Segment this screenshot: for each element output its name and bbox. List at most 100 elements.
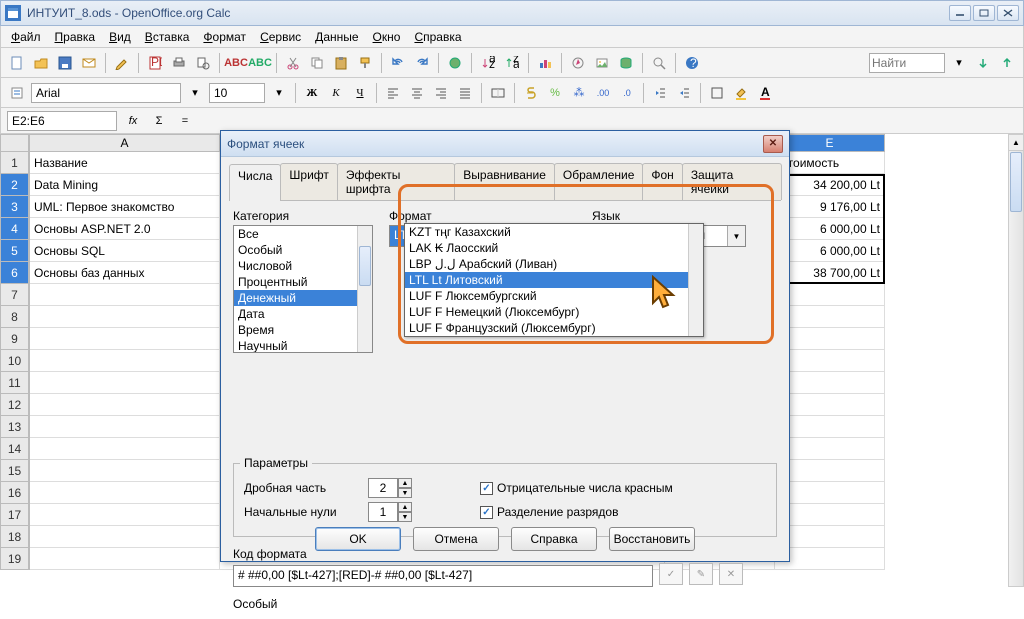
scroll-up-icon[interactable]: ▲ bbox=[1009, 135, 1023, 151]
link-icon[interactable] bbox=[445, 53, 465, 73]
dialog-close-button[interactable]: ✕ bbox=[763, 135, 783, 153]
fontname-dropdown-icon[interactable]: ▾ bbox=[185, 83, 205, 103]
cell-E6[interactable]: 38 700,00 Lt bbox=[775, 262, 885, 284]
row-header-7[interactable]: 7 bbox=[0, 284, 29, 306]
spellcheck-icon[interactable]: ABC bbox=[226, 53, 246, 73]
datasource-icon[interactable] bbox=[616, 53, 636, 73]
col-header-A[interactable]: A bbox=[30, 134, 220, 152]
tab-numbers[interactable]: Числа bbox=[229, 164, 281, 201]
tab-borders[interactable]: Обрамление bbox=[554, 163, 643, 200]
dropdown-scrollbar[interactable] bbox=[688, 224, 703, 336]
cell-E3[interactable]: 9 176,00 Lt bbox=[775, 196, 885, 218]
decimals-input[interactable] bbox=[368, 478, 398, 498]
underline-icon[interactable]: Ч bbox=[350, 83, 370, 103]
cell-A3[interactable]: UML: Первое знакомство bbox=[30, 196, 220, 218]
dropdown-item[interactable]: LBP ل.ل Арабский (Ливан) bbox=[405, 256, 703, 272]
category-item[interactable]: Дата bbox=[234, 306, 372, 322]
cell-A5[interactable]: Основы SQL bbox=[30, 240, 220, 262]
menu-file[interactable]: Файл bbox=[5, 28, 47, 46]
row-header-9[interactable]: 9 bbox=[0, 328, 29, 350]
menu-format[interactable]: Формат bbox=[197, 28, 252, 46]
redo-icon[interactable] bbox=[412, 53, 432, 73]
find-prev-icon[interactable] bbox=[997, 53, 1017, 73]
row-header-16[interactable]: 16 bbox=[0, 482, 29, 504]
dropdown-item[interactable]: LUF F Французский (Люксембург) bbox=[405, 320, 703, 336]
sort-desc-icon[interactable]: za bbox=[502, 53, 522, 73]
menu-data[interactable]: Данные bbox=[309, 28, 364, 46]
cancel-button[interactable]: Отмена bbox=[413, 527, 499, 551]
cell-E5[interactable]: 6 000,00 Lt bbox=[775, 240, 885, 262]
export-pdf-icon[interactable]: PDF bbox=[145, 53, 165, 73]
category-scrollbar[interactable] bbox=[357, 226, 372, 352]
category-item[interactable]: Время bbox=[234, 322, 372, 338]
row-header-2[interactable]: 2 bbox=[0, 174, 29, 196]
scroll-thumb[interactable] bbox=[1010, 152, 1022, 212]
spinner-up-icon[interactable]: ▲ bbox=[398, 502, 412, 512]
ok-button[interactable]: OK bbox=[315, 527, 401, 551]
cell-reference-input[interactable] bbox=[7, 111, 117, 131]
sum-icon[interactable]: Σ bbox=[149, 111, 169, 131]
row-header-11[interactable]: 11 bbox=[0, 372, 29, 394]
category-item[interactable]: Все bbox=[234, 226, 372, 242]
menu-insert[interactable]: Вставка bbox=[139, 28, 196, 46]
cut-icon[interactable] bbox=[283, 53, 303, 73]
menu-help[interactable]: Справка bbox=[408, 28, 467, 46]
cell-A4[interactable]: Основы ASP.NET 2.0 bbox=[30, 218, 220, 240]
font-size-input[interactable] bbox=[209, 83, 265, 103]
spinner-down-icon[interactable]: ▼ bbox=[398, 488, 412, 498]
inc-indent-icon[interactable] bbox=[674, 83, 694, 103]
find-dropdown-icon[interactable]: ▾ bbox=[949, 53, 969, 73]
save-icon[interactable] bbox=[55, 53, 75, 73]
remove-decimal-icon[interactable]: .0 bbox=[617, 83, 637, 103]
cell-E4[interactable]: 6 000,00 Lt bbox=[775, 218, 885, 240]
select-all-corner[interactable] bbox=[0, 134, 29, 152]
category-item[interactable]: Особый bbox=[234, 242, 372, 258]
print-icon[interactable] bbox=[169, 53, 189, 73]
tab-background[interactable]: Фон bbox=[642, 163, 682, 200]
category-item[interactable]: Научный bbox=[234, 338, 372, 353]
menu-edit[interactable]: Правка bbox=[49, 28, 102, 46]
dropdown-item[interactable]: LAK ₭ Лаосский bbox=[405, 240, 703, 256]
edit-icon[interactable] bbox=[112, 53, 132, 73]
menu-tools[interactable]: Сервис bbox=[254, 28, 307, 46]
paste-icon[interactable] bbox=[331, 53, 351, 73]
dropdown-item[interactable]: LUF F Немецкий (Люксембург) bbox=[405, 304, 703, 320]
find-next-icon[interactable] bbox=[973, 53, 993, 73]
bold-icon[interactable]: Ж bbox=[302, 83, 322, 103]
row-header-8[interactable]: 8 bbox=[0, 306, 29, 328]
cell-A2[interactable]: Data Mining bbox=[30, 174, 220, 196]
align-right-icon[interactable] bbox=[431, 83, 451, 103]
vertical-scrollbar[interactable]: ▲ bbox=[1008, 134, 1024, 587]
menu-view[interactable]: Вид bbox=[103, 28, 137, 46]
dropdown-item[interactable]: LUF F Люксембургский bbox=[405, 288, 703, 304]
row-header-13[interactable]: 13 bbox=[0, 416, 29, 438]
maximize-button[interactable] bbox=[973, 5, 995, 21]
edit-comment-icon[interactable]: ✎ bbox=[689, 563, 713, 585]
preview-icon[interactable] bbox=[193, 53, 213, 73]
cell-A1[interactable]: Название bbox=[30, 152, 220, 174]
row-header-18[interactable]: 18 bbox=[0, 526, 29, 548]
fontcolor-icon[interactable]: A bbox=[755, 83, 775, 103]
dropdown-item[interactable]: KZT тңг Казахский bbox=[405, 224, 703, 240]
percent-icon[interactable]: % bbox=[545, 83, 565, 103]
col-header-E[interactable]: E bbox=[775, 134, 885, 152]
navigator-icon[interactable] bbox=[568, 53, 588, 73]
accept-format-icon[interactable]: ✓ bbox=[659, 563, 683, 585]
decimals-spinner[interactable]: ▲▼ bbox=[368, 478, 412, 498]
row-header-10[interactable]: 10 bbox=[0, 350, 29, 372]
align-justify-icon[interactable] bbox=[455, 83, 475, 103]
font-name-input[interactable] bbox=[31, 83, 181, 103]
dropdown-item-selected[interactable]: LTL Lt Литовский bbox=[405, 272, 703, 288]
help-button[interactable]: Справка bbox=[511, 527, 597, 551]
currency-icon[interactable] bbox=[521, 83, 541, 103]
thousands-checkbox[interactable]: ✓ Разделение разрядов bbox=[480, 505, 618, 519]
menu-window[interactable]: Окно bbox=[367, 28, 407, 46]
leading-spinner[interactable]: ▲▼ bbox=[368, 502, 412, 522]
category-item[interactable]: Числовой bbox=[234, 258, 372, 274]
row-header-14[interactable]: 14 bbox=[0, 438, 29, 460]
open-icon[interactable] bbox=[31, 53, 51, 73]
reset-button[interactable]: Восстановить bbox=[609, 527, 695, 551]
row-header-3[interactable]: 3 bbox=[0, 196, 29, 218]
italic-icon[interactable]: К bbox=[326, 83, 346, 103]
fontsize-dropdown-icon[interactable]: ▾ bbox=[269, 83, 289, 103]
